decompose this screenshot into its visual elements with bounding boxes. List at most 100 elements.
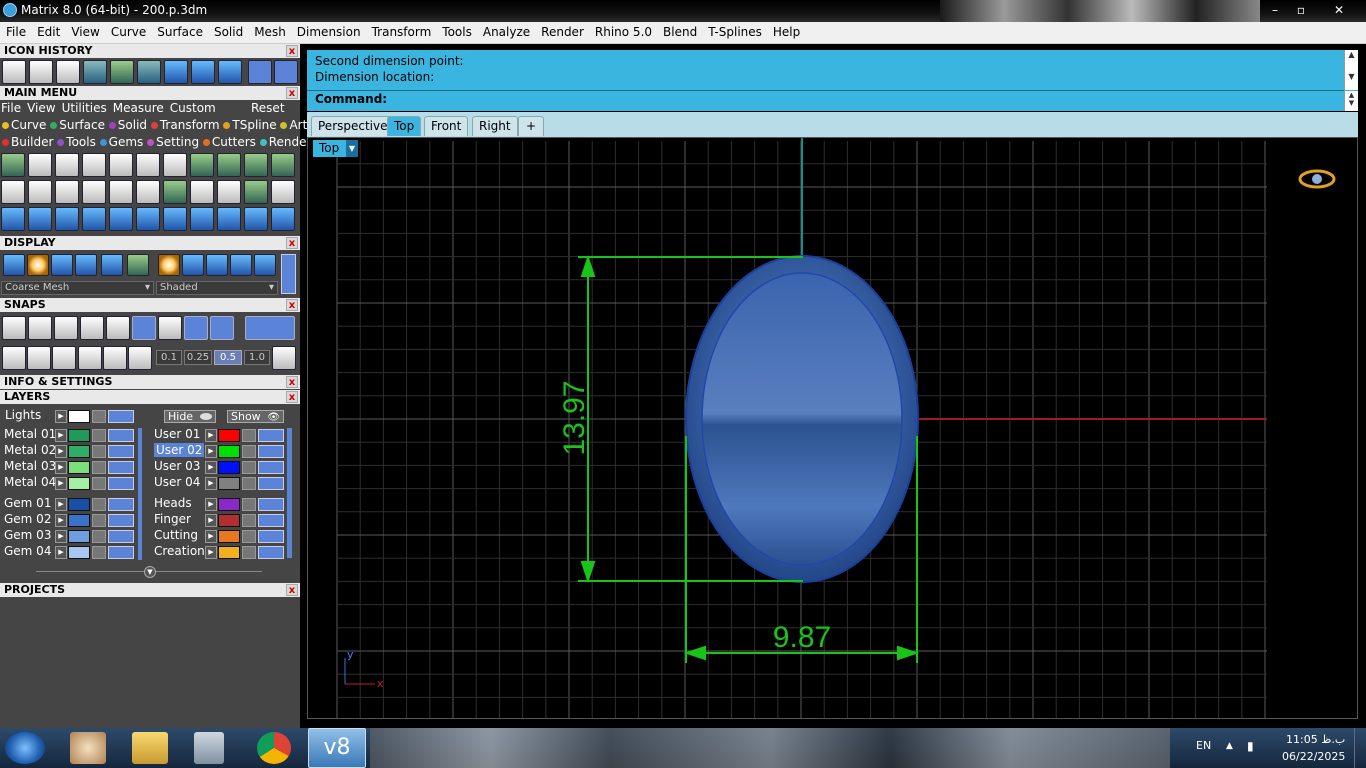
clock-time[interactable]: 11:05 ب.ظ: [1286, 733, 1345, 746]
shade-select[interactable]: Shaded ▾: [156, 281, 278, 295]
layer-color-swatch[interactable]: [218, 530, 240, 543]
menu-analyze[interactable]: Analyze: [477, 22, 535, 43]
layer-name[interactable]: Metal 02: [4, 443, 56, 457]
menu-rhino[interactable]: Rhino 5.0: [589, 22, 657, 43]
history-tool-icon[interactable]: [83, 60, 107, 84]
history-tool-icon[interactable]: [191, 60, 215, 84]
scroll-up-icon[interactable]: ▲: [1345, 50, 1358, 59]
mm-tspline[interactable]: TSpline: [223, 118, 277, 132]
layer-expand-arrow[interactable]: ▶: [55, 410, 67, 423]
layer-name[interactable]: Finger: [154, 512, 191, 526]
circle-tool-icon[interactable]: [164, 60, 188, 84]
tab-perspective[interactable]: Perspective: [311, 116, 395, 136]
light-icon[interactable]: [55, 153, 79, 177]
add-tab-button[interactable]: +: [518, 116, 545, 136]
tool-icon[interactable]: [136, 207, 160, 231]
layer-name[interactable]: User 03: [154, 459, 200, 473]
mm-render[interactable]: Render: [259, 135, 311, 149]
layer-expand-arrow[interactable]: ▶: [205, 429, 217, 442]
close-icon[interactable]: x: [286, 376, 298, 388]
lock-icon[interactable]: [242, 530, 256, 543]
lock-icon[interactable]: [92, 530, 106, 543]
material-icon[interactable]: [206, 254, 228, 276]
main-menu-header[interactable]: MAIN MENU x: [0, 86, 300, 100]
layer-expand-arrow[interactable]: ▶: [205, 498, 217, 511]
display-toggle[interactable]: [281, 254, 296, 294]
layer-color-swatch[interactable]: [218, 498, 240, 511]
tool-icon[interactable]: [82, 153, 106, 177]
material-icon[interactable]: [230, 254, 252, 276]
tool-icon[interactable]: [136, 153, 160, 177]
mm-setting[interactable]: Setting: [147, 135, 199, 149]
globe-icon[interactable]: [244, 180, 268, 204]
mm-tools[interactable]: Tools: [57, 135, 96, 149]
icon-history-header[interactable]: ICON HISTORY x: [0, 44, 300, 58]
mm-measure[interactable]: Measure: [113, 101, 164, 115]
tool-icon[interactable]: [1, 153, 25, 177]
mm-cutters[interactable]: Cutters: [202, 135, 256, 149]
menu-render[interactable]: Render: [535, 22, 589, 43]
layer-name[interactable]: User 02: [154, 443, 205, 457]
sphere-icon[interactable]: [51, 254, 73, 276]
layer-name[interactable]: User 04: [154, 475, 200, 489]
menu-file[interactable]: File: [0, 22, 31, 43]
layer-expand-arrow[interactable]: ▶: [55, 498, 67, 511]
layer-expand-arrow[interactable]: ▶: [55, 445, 67, 458]
layer-name[interactable]: Metal 01: [4, 427, 56, 441]
check-icon[interactable]: [218, 60, 242, 84]
layer-color-swatch[interactable]: [68, 546, 90, 559]
show-desktop-button[interactable]: [1354, 728, 1366, 768]
start-button[interactable]: [5, 732, 45, 764]
lock-icon[interactable]: [242, 546, 256, 559]
tool-icon[interactable]: [109, 180, 133, 204]
visibility-toggle[interactable]: [258, 477, 284, 490]
back-arrow-icon[interactable]: [248, 60, 272, 84]
visibility-toggle[interactable]: [258, 429, 284, 442]
menu-curve[interactable]: Curve: [105, 22, 151, 43]
cube-snap-icon[interactable]: [27, 346, 51, 370]
tool-icon[interactable]: [1, 207, 25, 231]
menu-surface[interactable]: Surface: [151, 22, 208, 43]
tool-icon[interactable]: [82, 207, 106, 231]
snap-icon[interactable]: [78, 346, 102, 370]
menu-edit[interactable]: Edit: [31, 22, 65, 43]
tool-icon[interactable]: [244, 207, 268, 231]
lock-icon[interactable]: [92, 514, 106, 527]
display-mode-icon[interactable]: [101, 254, 123, 276]
snap-value-0[interactable]: 0.1: [156, 350, 182, 365]
lock-icon[interactable]: [92, 445, 106, 458]
snap-grid-icon[interactable]: [272, 346, 296, 370]
sphere-icon[interactable]: [75, 254, 97, 276]
layer-name[interactable]: Gem 02: [4, 512, 51, 526]
layer-expand-arrow[interactable]: ▶: [55, 546, 67, 559]
menu-solid[interactable]: Solid: [208, 22, 248, 43]
lock-icon[interactable]: [242, 429, 256, 442]
layer-expand-arrow[interactable]: ▶: [205, 477, 217, 490]
tool-icon[interactable]: [271, 180, 295, 204]
lock-icon[interactable]: [242, 461, 256, 474]
tool-icon[interactable]: [28, 207, 52, 231]
layer-name[interactable]: Creation: [154, 544, 205, 558]
snap-perp-icon[interactable]: [158, 316, 182, 340]
display-header[interactable]: DISPLAY x: [0, 236, 300, 250]
tool-icon[interactable]: [163, 207, 187, 231]
tool-icon[interactable]: [190, 207, 214, 231]
logo-tool-icon[interactable]: [136, 180, 160, 204]
calculator-icon[interactable]: [194, 732, 224, 764]
visibility-toggle[interactable]: [258, 445, 284, 458]
layer-expand-arrow[interactable]: ▶: [55, 461, 67, 474]
language-indicator[interactable]: EN: [1196, 739, 1211, 752]
layer-name[interactable]: Metal 04: [4, 475, 56, 489]
layer-color-swatch[interactable]: [68, 477, 90, 490]
snaps-header[interactable]: SNAPS x: [0, 298, 300, 312]
layer-expand-arrow[interactable]: ▶: [55, 477, 67, 490]
viewport-top[interactable]: 13.97 9.87 y x Top ▼: [307, 137, 1358, 719]
material-icon[interactable]: [254, 254, 276, 276]
snap-value-2[interactable]: 0.5: [214, 350, 242, 365]
layer-color-swatch[interactable]: [218, 445, 240, 458]
open-file-icon[interactable]: [29, 60, 53, 84]
visibility-toggle[interactable]: [258, 461, 284, 474]
menu-help[interactable]: Help: [767, 22, 805, 43]
maximize-button[interactable]: ▫: [1290, 2, 1312, 18]
close-icon[interactable]: x: [286, 391, 298, 403]
